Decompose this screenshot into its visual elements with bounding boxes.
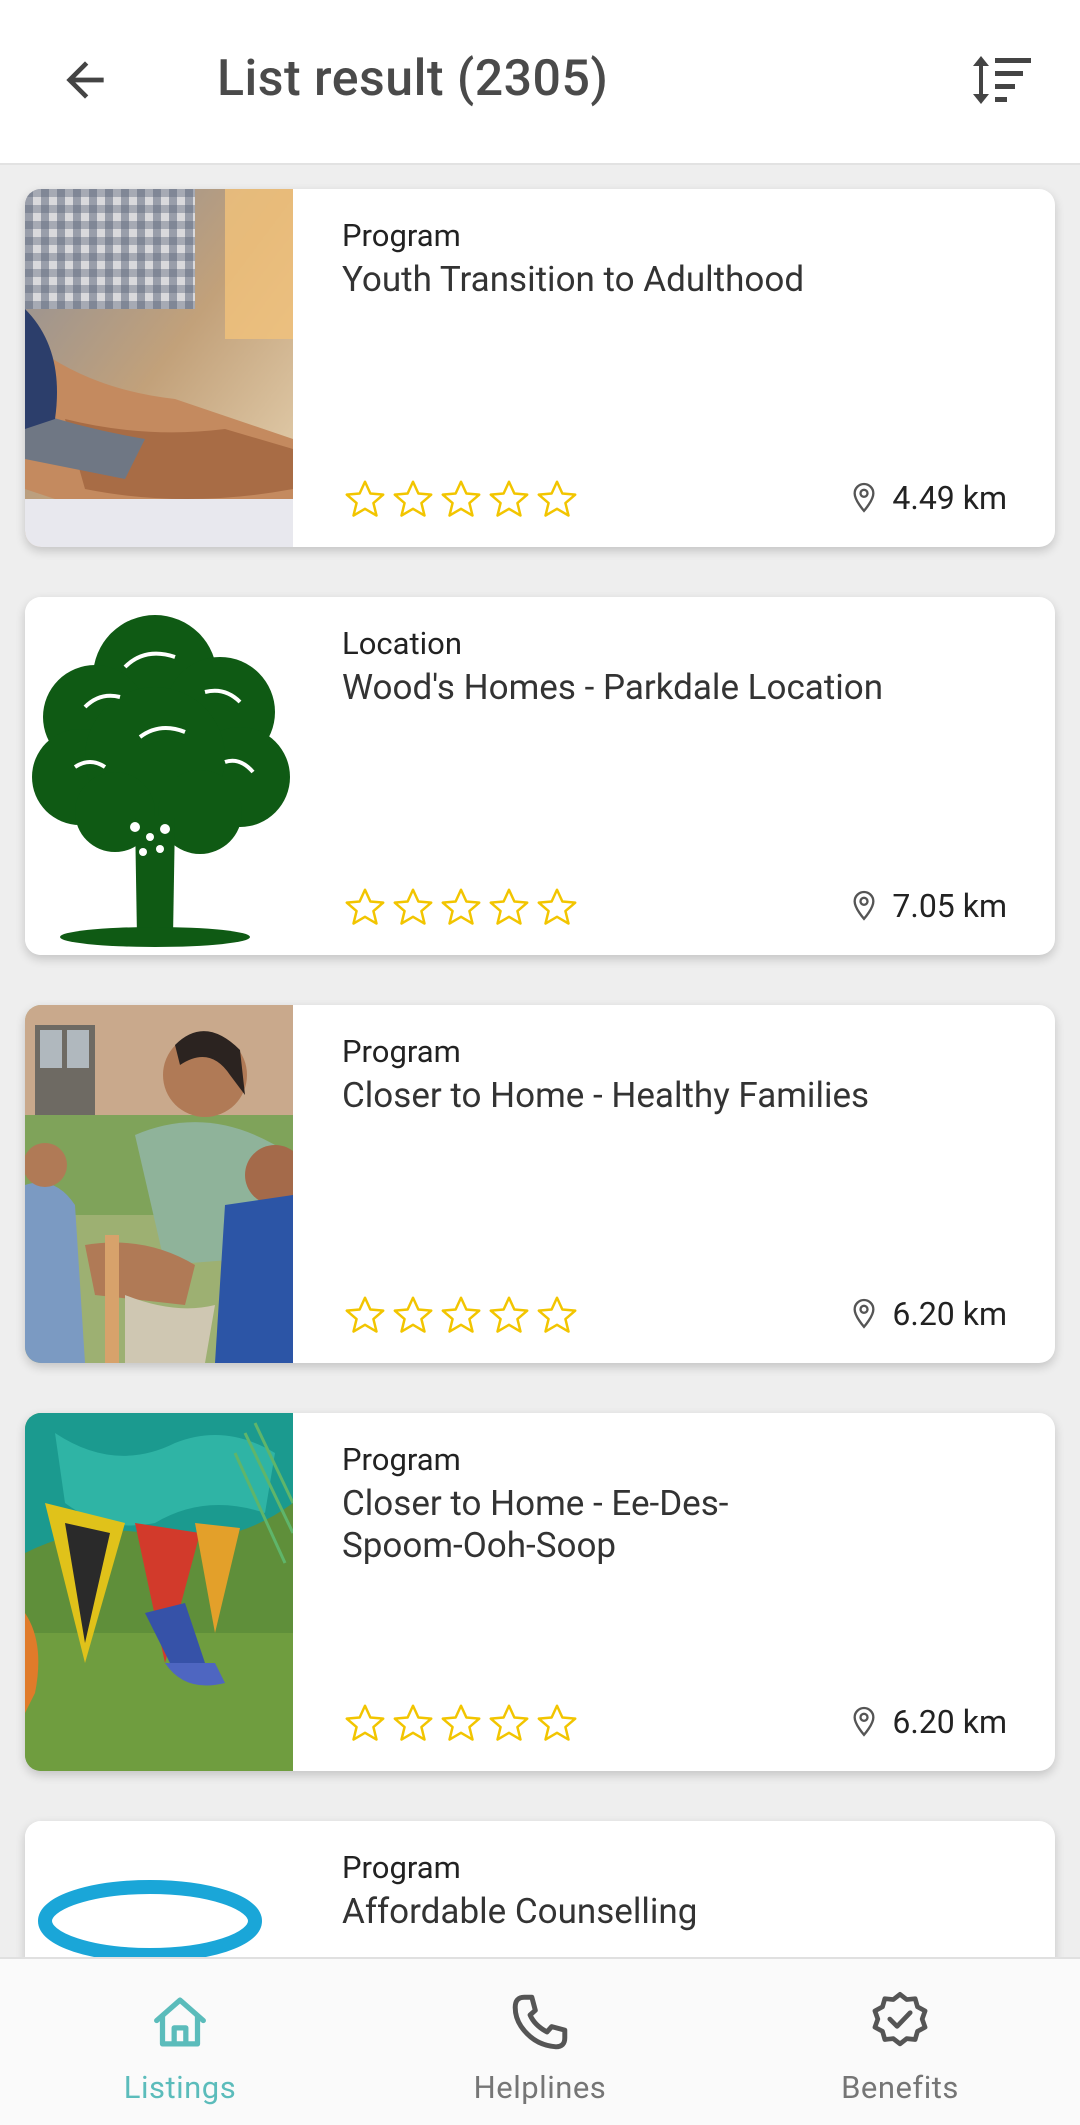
nav-label: Listings — [123, 2069, 237, 2106]
star-rating[interactable] — [342, 1701, 580, 1747]
star-outline-icon — [537, 480, 577, 517]
star-outline-icon — [393, 480, 433, 517]
listing-card[interactable]: Location Wood's Homes - Parkdale Locatio… — [25, 597, 1055, 955]
star-outline-icon — [345, 888, 385, 925]
bottom-navigation: Listings Helplines Benefits — [0, 1957, 1080, 2125]
distance-value: 6.20 km — [892, 1295, 1007, 1333]
star-outline-icon — [393, 1296, 433, 1333]
location-pin-icon — [853, 1298, 875, 1329]
star-outline-icon — [489, 480, 529, 517]
star-outline-icon — [537, 1704, 577, 1741]
star-rating[interactable] — [342, 885, 580, 931]
distance-value: 7.05 km — [892, 887, 1007, 925]
star-rating[interactable] — [342, 477, 580, 523]
listing-distance: 7.05 km — [850, 887, 1007, 925]
app-header: List result (2305) — [0, 0, 1080, 165]
listing-card[interactable]: Program Closer to Home - Ee-Des-Spoom-Oo… — [25, 1413, 1055, 1771]
listing-card[interactable]: Program Affordable Counselling — [25, 1821, 1055, 1957]
nav-listings[interactable]: Listings — [50, 1959, 310, 2125]
listing-card[interactable]: Program Closer to Home - Healthy Familie… — [25, 1005, 1055, 1363]
home-icon — [154, 1997, 206, 2047]
location-pin-icon — [853, 1706, 875, 1737]
distance-value: 4.49 km — [892, 479, 1007, 517]
listing-image-family-outdoors — [25, 1005, 293, 1363]
listing-title: Youth Transition to Adulthood — [342, 259, 805, 300]
star-outline-icon — [441, 888, 481, 925]
arrow-left-icon — [66, 61, 104, 99]
star-outline-icon — [441, 480, 481, 517]
star-outline-icon — [345, 480, 385, 517]
listing-image-hands-together — [25, 189, 293, 547]
listing-type: Program — [342, 1033, 461, 1070]
star-outline-icon — [441, 1296, 481, 1333]
star-outline-icon — [537, 1296, 577, 1333]
listing-title: Affordable Counselling — [342, 1891, 698, 1932]
listing-image-tree-logo — [25, 597, 293, 955]
listing-image-regalia-dancer — [25, 1413, 293, 1771]
nav-benefits[interactable]: Benefits — [770, 1959, 1030, 2125]
star-outline-icon — [345, 1704, 385, 1741]
listing-image-blue-logo — [25, 1821, 293, 1957]
star-outline-icon — [489, 1296, 529, 1333]
listing-distance: 6.20 km — [850, 1703, 1007, 1741]
star-outline-icon — [393, 1704, 433, 1741]
listing-results: Program Youth Transition to Adulthood 4.… — [0, 167, 1080, 1957]
distance-value: 6.20 km — [892, 1703, 1007, 1741]
listing-title: Wood's Homes - Parkdale Location — [342, 667, 884, 708]
listing-type: Location — [342, 625, 462, 662]
nav-label: Helplines — [473, 2069, 607, 2106]
back-button[interactable] — [50, 45, 120, 115]
listing-type: Program — [342, 1441, 461, 1478]
listing-distance: 6.20 km — [850, 1295, 1007, 1333]
phone-icon — [512, 1994, 568, 2050]
page-title: List result (2305) — [217, 50, 609, 108]
nav-label: Benefits — [841, 2069, 959, 2106]
location-pin-icon — [853, 890, 875, 921]
star-outline-icon — [537, 888, 577, 925]
sort-button[interactable] — [962, 45, 1042, 115]
star-outline-icon — [345, 1296, 385, 1333]
location-pin-icon — [853, 482, 875, 513]
listing-title: Closer to Home - Ee-Des-Spoom-Ooh-Soop — [342, 1483, 729, 1566]
star-outline-icon — [489, 1704, 529, 1741]
listing-distance: 4.49 km — [850, 479, 1007, 517]
sort-icon — [973, 56, 1031, 104]
star-outline-icon — [441, 1704, 481, 1741]
badge-check-icon — [872, 1991, 928, 2047]
star-outline-icon — [393, 888, 433, 925]
listing-card[interactable]: Program Youth Transition to Adulthood 4.… — [25, 189, 1055, 547]
listing-type: Program — [342, 217, 461, 254]
star-rating[interactable] — [342, 1293, 580, 1339]
listing-type: Program — [342, 1849, 461, 1886]
listing-title: Closer to Home - Healthy Families — [342, 1075, 870, 1116]
nav-helplines[interactable]: Helplines — [410, 1959, 670, 2125]
star-outline-icon — [489, 888, 529, 925]
